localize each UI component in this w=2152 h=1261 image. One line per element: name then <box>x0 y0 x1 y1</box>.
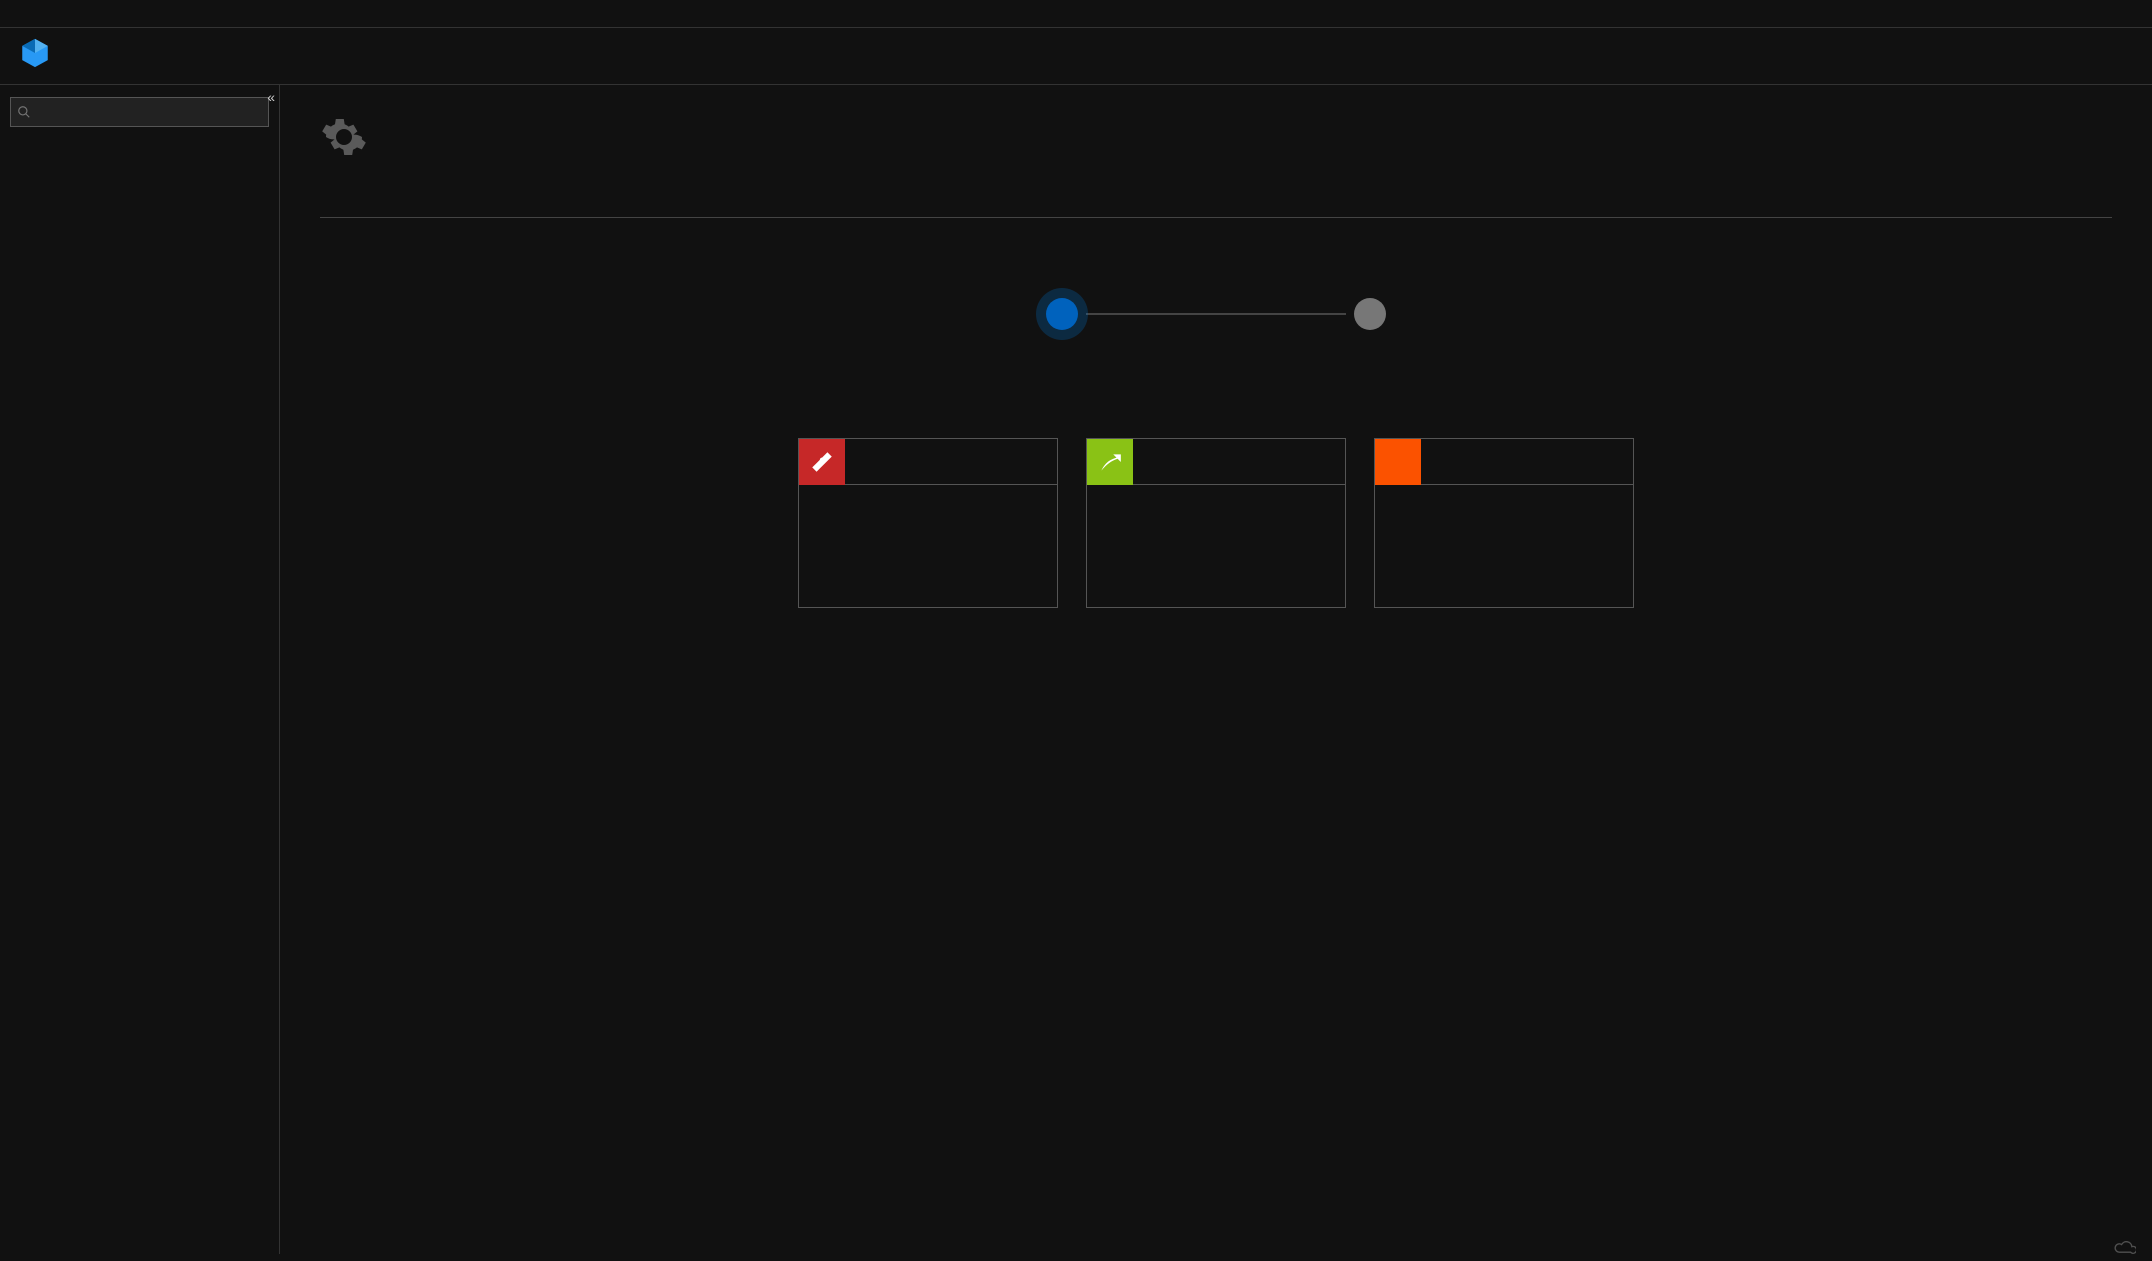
cube-icon <box>18 36 52 70</box>
card-desc <box>1375 485 1633 521</box>
stepper <box>320 298 2112 348</box>
step-1-circle <box>1046 298 1078 330</box>
card-desc <box>799 485 1057 521</box>
collapse-sidebar-button[interactable]: « <box>267 89 275 105</box>
step-2[interactable] <box>1354 298 1386 348</box>
ftp-icon <box>1375 439 1421 485</box>
card-desc <box>1087 485 1345 521</box>
source-cards <box>320 438 2112 608</box>
stepper-line <box>1086 313 1346 315</box>
step-1[interactable] <box>1046 298 1078 348</box>
breadcrumb <box>0 0 2152 28</box>
search-input[interactable] <box>37 105 268 120</box>
search-input-wrapper[interactable] <box>10 97 269 127</box>
watermark <box>2114 1241 2142 1255</box>
card-ftp[interactable] <box>1374 438 1634 608</box>
sidebar: « <box>0 85 280 1254</box>
gear-icon <box>320 113 368 161</box>
search-icon <box>17 105 31 119</box>
card-local-git[interactable] <box>798 438 1058 608</box>
main-content <box>280 85 2152 1254</box>
step-2-circle <box>1354 298 1386 330</box>
card-external[interactable] <box>1086 438 1346 608</box>
external-icon <box>1087 439 1133 485</box>
watermark-icon <box>2114 1241 2136 1255</box>
git-icon <box>799 439 845 485</box>
title-bar <box>0 28 2152 84</box>
